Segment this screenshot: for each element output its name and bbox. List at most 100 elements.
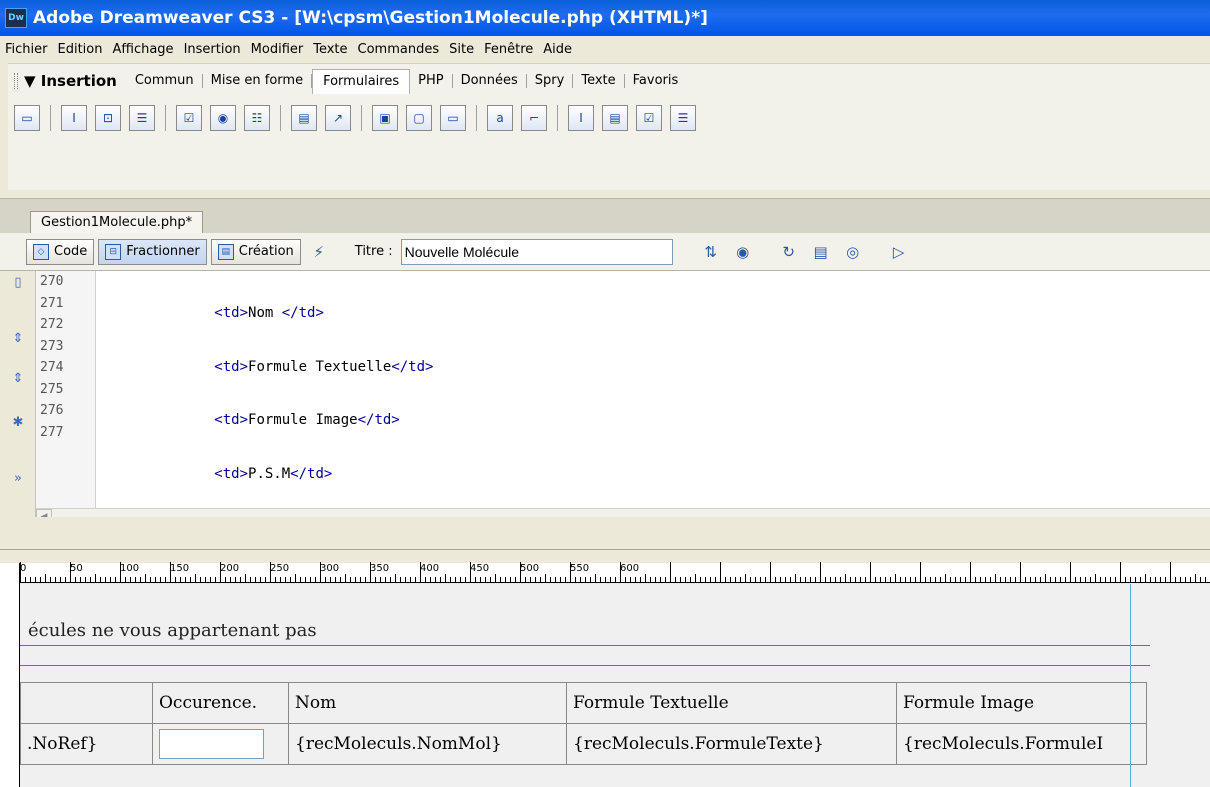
code-editor[interactable]: ▯ ⇕ ⇕ ✱ » 270 271 272 273 274 275 276 27… — [0, 271, 1210, 517]
text-field-icon[interactable]: I — [61, 105, 87, 131]
title-input[interactable] — [400, 238, 673, 265]
expand-all-icon[interactable]: ✱ — [8, 415, 28, 433]
code-view-button[interactable]: ◇ Code — [26, 238, 95, 265]
tab-texte[interactable]: Texte — [573, 74, 625, 88]
jump-menu-icon[interactable]: ↗ — [325, 105, 351, 131]
table-cell[interactable]: Occurence. — [152, 682, 289, 724]
visual-aids-icon[interactable]: ◎ — [839, 239, 867, 265]
ruler-tick — [840, 577, 841, 582]
menu-edition[interactable]: Edition — [53, 42, 108, 57]
ruler-tick — [95, 574, 96, 582]
open-documents-icon[interactable]: ▯ — [8, 275, 28, 293]
ruler-label: 600 — [620, 563, 640, 574]
scroll-left-icon[interactable]: ◀ — [36, 509, 52, 517]
ruler-tick — [680, 577, 681, 582]
form-icon[interactable]: ▭ — [14, 105, 40, 131]
checkbox-icon[interactable]: ☑ — [176, 105, 202, 131]
ruler-tick — [1160, 577, 1161, 582]
ruler-tick — [905, 577, 906, 582]
ruler-tick — [655, 577, 656, 582]
spry-textarea-icon[interactable]: ☰ — [670, 105, 696, 131]
file-management-icon[interactable]: ⇅ — [697, 239, 725, 265]
table-cell[interactable]: {recMoleculs.FormuleI — [896, 723, 1147, 765]
ruler-tick — [1090, 577, 1091, 582]
hidden-field-icon[interactable]: ⊡ — [95, 105, 121, 131]
refresh-icon[interactable]: ↻ — [775, 239, 803, 265]
radio-button-icon[interactable]: ◉ — [210, 105, 236, 131]
more-chevron-icon[interactable]: » — [8, 471, 28, 489]
tab-php[interactable]: PHP — [410, 74, 453, 88]
menu-affichage[interactable]: Affichage — [107, 42, 178, 57]
tab-favoris[interactable]: Favoris — [625, 74, 687, 88]
ruler-label: 350 — [370, 563, 390, 574]
tab-formulaires[interactable]: Formulaires — [312, 68, 411, 94]
table-cell[interactable]: Formule Textuelle — [566, 682, 897, 724]
label-icon[interactable]: a — [487, 105, 513, 131]
tab-mise-en-forme[interactable]: Mise en forme — [203, 74, 313, 88]
window-title: Adobe Dreamweaver CS3 - [W:\cpsm\Gestion… — [33, 8, 708, 28]
ruler-tick — [1135, 577, 1136, 582]
table-cell[interactable]: Formule Image — [896, 682, 1147, 724]
table-cell[interactable] — [20, 682, 153, 724]
button-icon[interactable]: ▭ — [440, 105, 466, 131]
split-view-button[interactable]: ⊟ Fractionner — [98, 238, 207, 265]
fieldset-icon[interactable]: ⌐ — [521, 105, 547, 131]
tab-donnees[interactable]: Données — [453, 74, 527, 88]
line-number: 274 — [40, 360, 64, 375]
ruler-tick — [540, 577, 541, 582]
document-tab[interactable]: Gestion1Molecule.php* — [30, 211, 204, 235]
ruler-tick — [555, 577, 556, 582]
table-cell[interactable]: {recMoleculs.FormuleTexte} — [566, 723, 897, 765]
menu-insertion[interactable]: Insertion — [179, 42, 246, 57]
table-cell[interactable] — [152, 723, 289, 765]
image-field-icon[interactable]: ▣ — [372, 105, 398, 131]
occurence-text-field[interactable] — [159, 729, 264, 759]
ruler-tick — [425, 577, 426, 582]
design-view-button[interactable]: ▤ Création — [210, 238, 301, 265]
list-menu-icon[interactable]: ▤ — [291, 105, 317, 131]
menu-modifier[interactable]: Modifier — [246, 42, 309, 57]
menu-fenetre[interactable]: Fenêtre — [479, 42, 538, 57]
spry-text-field-icon[interactable]: I — [568, 105, 594, 131]
spry-select-icon[interactable]: ▤ — [602, 105, 628, 131]
spry-checkbox-icon[interactable]: ☑ — [636, 105, 662, 131]
ruler-tick — [155, 577, 156, 582]
menu-texte[interactable]: Texte — [308, 42, 352, 57]
ruler-tick — [215, 577, 216, 582]
ruler-tick — [565, 577, 566, 582]
ruler-tick — [230, 577, 231, 582]
collapse-tag-icon[interactable]: ⇕ — [8, 331, 28, 349]
collapse-selection-icon[interactable]: ⇕ — [8, 371, 28, 389]
menu-site[interactable]: Site — [444, 42, 479, 57]
validate-markup-icon[interactable]: ▷ — [885, 239, 913, 265]
ruler-tick — [835, 577, 836, 582]
table-cell[interactable]: {recMoleculs.NomMol} — [288, 723, 567, 765]
menu-aide[interactable]: Aide — [538, 42, 577, 57]
insert-panel-title[interactable]: ▼ Insertion — [24, 72, 117, 90]
ruler-tick — [825, 577, 826, 582]
menu-fichier[interactable]: Fichier — [0, 42, 53, 57]
panel-grip-handle[interactable] — [14, 73, 18, 89]
ruler-tick — [490, 577, 491, 582]
preview-browser-icon[interactable]: ◉ — [729, 239, 757, 265]
ruler-tick — [1195, 574, 1196, 582]
tab-spry[interactable]: Spry — [527, 74, 574, 88]
ruler-tick — [935, 577, 936, 582]
tab-commun[interactable]: Commun — [127, 74, 203, 88]
radio-group-icon[interactable]: ☷ — [244, 105, 270, 131]
horizontal-scrollbar[interactable]: ◀ — [36, 508, 1210, 517]
recordset-table[interactable]: Occurence. Nom Formule Textuelle Formule… — [20, 682, 1147, 765]
table-cell[interactable]: Nom — [288, 682, 567, 724]
ruler-tick — [630, 577, 631, 582]
ruler-tick — [450, 577, 451, 582]
table-cell[interactable]: .NoRef} — [20, 723, 153, 765]
design-view[interactable]: écules ne vous appartenant pas Occurence… — [20, 584, 1210, 787]
ruler-tick — [780, 577, 781, 582]
split-divider[interactable] — [0, 549, 1210, 563]
view-options-icon[interactable]: ▤ — [807, 239, 835, 265]
ruler-tick — [1200, 577, 1201, 582]
file-field-icon[interactable]: ▢ — [406, 105, 432, 131]
menu-commandes[interactable]: Commandes — [353, 42, 445, 57]
live-data-icon[interactable]: ⚡ — [305, 239, 333, 265]
textarea-icon[interactable]: ☰ — [129, 105, 155, 131]
